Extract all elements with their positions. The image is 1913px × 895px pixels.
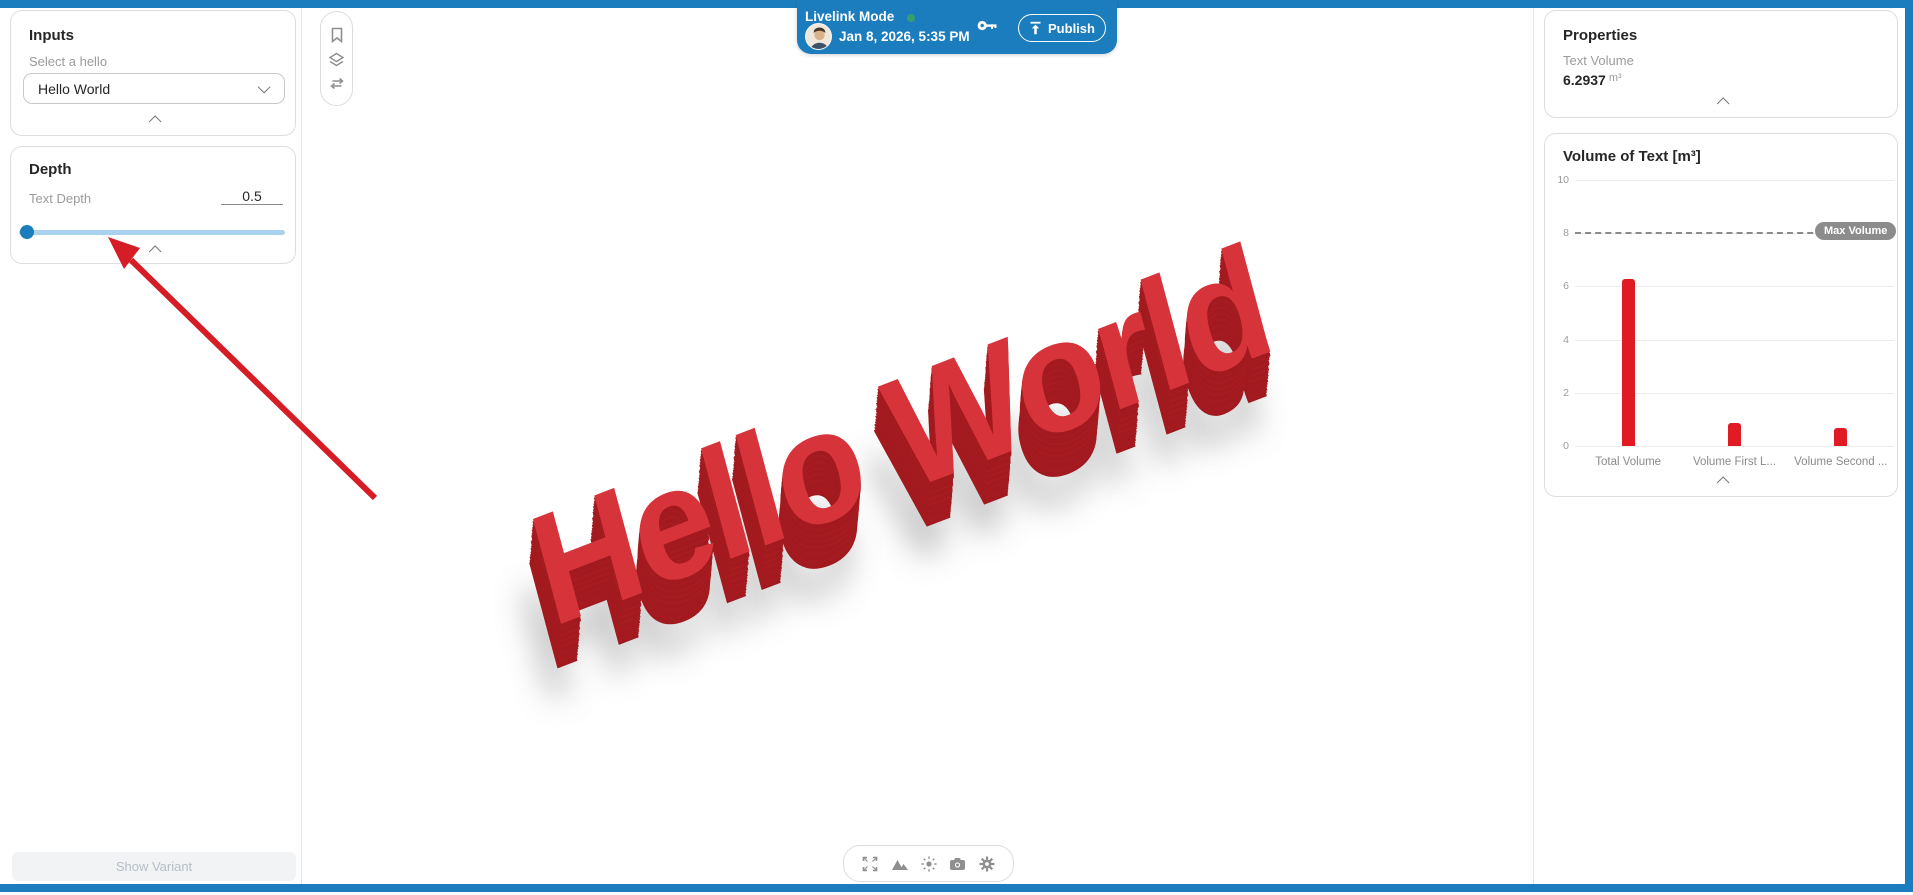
chart-collapse-button[interactable]	[1717, 473, 1726, 488]
right-panel-divider	[1533, 8, 1534, 884]
x-axis-label: Total Volume	[1575, 456, 1681, 468]
y-tick-label: 0	[1545, 440, 1569, 452]
volume-bar-chart: 0 2 4 6 8 10 Total VolumeVolume First L...Volu…	[1545, 134, 1899, 498]
chevron-up-icon	[149, 115, 162, 128]
chart-bar	[1622, 279, 1635, 446]
swap-arrows-icon[interactable]	[329, 77, 345, 90]
gridline	[1575, 446, 1894, 447]
environment-icon[interactable]	[891, 857, 909, 871]
depth-panel: Depth Text Depth	[10, 146, 296, 264]
viewport-left-toolbar	[320, 11, 353, 106]
sidebar-divider	[301, 8, 302, 884]
brightness-icon[interactable]	[921, 856, 937, 872]
livelink-timestamp: Jan 8, 2026, 5:35 PM	[839, 29, 970, 44]
text-volume-value: 6.2937m³	[1563, 72, 1885, 88]
status-dot	[907, 14, 915, 22]
y-tick-label: 10	[1545, 174, 1569, 186]
gridline	[1575, 180, 1894, 181]
properties-collapse-button[interactable]	[1717, 94, 1726, 109]
y-tick-label: 8	[1545, 227, 1569, 239]
chart-panel: Volume of Text [m³] 0246810Total VolumeV…	[1544, 133, 1898, 497]
select-hello-label: Select a hello	[29, 54, 283, 69]
text-depth-input[interactable]	[221, 188, 283, 205]
avatar[interactable]	[805, 23, 832, 50]
right-accent-bar	[1905, 0, 1913, 892]
layers-icon[interactable]	[328, 52, 345, 68]
text-depth-label: Text Depth	[29, 191, 91, 206]
bookmark-icon[interactable]	[330, 27, 344, 43]
publish-button[interactable]: Publish	[1018, 14, 1106, 42]
key-icon[interactable]	[977, 18, 998, 36]
bottom-accent-bar	[0, 884, 1913, 892]
depth-panel-title: Depth	[29, 161, 283, 178]
viewport-bottom-toolbar	[843, 845, 1014, 882]
model-3d-text[interactable]: Hello World	[428, 177, 1371, 696]
y-tick-label: 6	[1545, 280, 1569, 292]
properties-title: Properties	[1563, 27, 1885, 44]
livelink-banner: Livelink Mode Jan 8, 2026, 5:35 PM Publi…	[797, 0, 1117, 54]
inputs-collapse-button[interactable]	[149, 112, 158, 127]
chart-bar	[1728, 423, 1741, 446]
inputs-panel: Inputs Select a hello Hello World	[10, 10, 296, 136]
slider-track[interactable]	[19, 230, 285, 235]
text-depth-slider	[19, 225, 285, 239]
y-tick-label: 2	[1545, 387, 1569, 399]
chevron-down-icon	[258, 81, 271, 94]
x-axis-label: Volume First L...	[1681, 456, 1787, 468]
camera-icon[interactable]	[949, 857, 966, 871]
max-volume-badge: Max Volume	[1815, 222, 1896, 240]
slider-handle[interactable]	[20, 225, 34, 239]
inputs-panel-title: Inputs	[29, 27, 283, 44]
hello-select[interactable]: Hello World	[23, 73, 285, 104]
show-variant-button[interactable]: Show Variant	[12, 852, 296, 881]
publish-label: Publish	[1048, 21, 1095, 36]
y-tick-label: 4	[1545, 334, 1569, 346]
chevron-up-icon	[149, 245, 162, 258]
publish-upload-icon	[1029, 21, 1042, 35]
text-volume-label: Text Volume	[1563, 53, 1885, 68]
chevron-up-icon	[1717, 97, 1730, 110]
properties-panel: Properties Text Volume 6.2937m³	[1544, 10, 1898, 118]
depth-collapse-button[interactable]	[149, 242, 158, 257]
settings-icon[interactable]	[979, 856, 995, 872]
fullscreen-icon[interactable]	[862, 856, 878, 872]
text-volume-unit: m³	[1609, 72, 1622, 84]
chart-bar	[1834, 428, 1847, 446]
livelink-mode-label: Livelink Mode	[805, 9, 894, 24]
hello-select-value: Hello World	[38, 81, 110, 97]
x-axis-label: Volume Second ...	[1788, 456, 1894, 468]
